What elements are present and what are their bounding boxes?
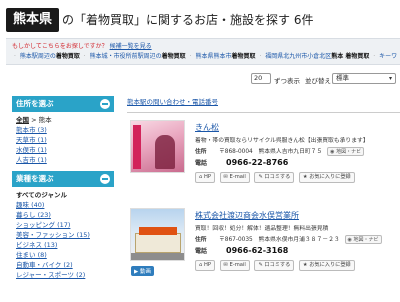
genre-all: すべてのジャンル — [16, 191, 67, 199]
genre-item[interactable]: ショッピング (17) — [16, 220, 110, 230]
collapse-icon[interactable] — [100, 99, 110, 109]
suggestion-line: もしかしてこちらをお探しですか？ 候補一覧を見る — [12, 42, 394, 52]
map-pin-icon: ◉ — [330, 149, 335, 155]
genre-item[interactable]: 自動車・バイク (2) — [16, 260, 110, 270]
genre-item[interactable]: 趣味 (40) — [16, 200, 110, 210]
area-list: 全国 > 熊本 熊本市 (3) 天草市 (1) 水俣市 (1) 人吉市 (1) — [12, 112, 114, 169]
listing-address: 住所 〒867-0035 熊本県水俣市月浦３８７－２３ ◉ 地図・ナビ — [195, 234, 382, 244]
star-icon: ★ — [302, 262, 308, 268]
review-button[interactable]: ✎ 口コミする — [254, 260, 295, 271]
area-item[interactable]: 天草市 (1) — [16, 135, 110, 145]
listing-actions: ⌂ HP ✉ E-mail ✎ 口コミする ★ お気に入りに登録 — [195, 259, 357, 271]
video-icon: ▶ — [134, 269, 139, 275]
comment-icon: ✎ — [258, 174, 263, 180]
page-header: 熊本県 の「着物買取」に関するお店・施設を探す 6件 — [0, 0, 400, 38]
favorite-button[interactable]: ★ お気に入りに登録 — [298, 172, 355, 183]
listing-address: 住所 〒868-0004 熊本県人吉市九日町７５ ◉ 地図・ナビ — [195, 146, 365, 156]
area-heading[interactable]: 住所を選ぶ — [12, 96, 114, 112]
listing-actions: ⌂ HP ✉ E-mail ✎ 口コミする ★ お気に入りに登録 — [195, 171, 357, 183]
keyword-link[interactable]: 熊本県熊本市着物買取 — [195, 53, 255, 60]
star-icon: ★ — [302, 174, 308, 180]
listing-item: ▶ 動画 株式会社渡辺商会水俣営業所 買取！回収！処分！解体！遺品整理！無料出張… — [127, 208, 400, 288]
sidebar: 住所を選ぶ 全国 > 熊本 熊本市 (3) 天草市 (1) 水俣市 (1) 人吉… — [12, 96, 114, 284]
bullet-icon: · — [373, 53, 376, 60]
area-item[interactable]: 熊本市 (3) — [16, 125, 110, 135]
listing-phone: 電話 0966-62-3168 — [195, 246, 289, 255]
mail-icon: ✉ — [223, 262, 228, 268]
keyword-link[interactable]: 福岡県北九州市小倉北区熊本 着物買取 — [265, 53, 369, 60]
email-button[interactable]: ✉ E-mail — [219, 172, 250, 183]
suggestion-box: もしかしてこちらをお探しですか？ 候補一覧を見る · 熊本駅周辺の着物買取 · … — [6, 38, 400, 65]
genre-item[interactable]: 美容・ファッション (15) — [16, 230, 110, 240]
keyword-link[interactable]: 熊本駅周辺の着物買取 — [20, 53, 80, 60]
hp-button[interactable]: ⌂ HP — [195, 260, 215, 271]
mail-icon: ✉ — [223, 174, 228, 180]
listing-title[interactable]: 株式会社渡辺商会水俣営業所 — [195, 210, 299, 221]
area-item[interactable]: 人吉市 (1) — [16, 155, 110, 165]
collapse-icon[interactable] — [100, 174, 110, 184]
page-title: の「着物買取」に関するお店・施設を探す 6件 — [62, 13, 314, 27]
station-contact-link[interactable]: 熊本駅の問い合わせ・電話番号 — [127, 96, 400, 110]
map-nav-button[interactable]: ◉ 地図・ナビ — [344, 235, 382, 244]
prefecture-badge[interactable]: 熊本県 — [6, 8, 60, 32]
listing-description: 着物・帯の買取ならリサイクル呉服きん松【出張買取も承ります】 — [195, 138, 369, 144]
result-toolbar: 20 ずつ表示 並び替え： 標準 — [0, 70, 400, 88]
bullet-icon: · — [259, 53, 262, 60]
hp-button[interactable]: ⌂ HP — [195, 172, 215, 183]
listing-title[interactable]: きん松 — [195, 122, 219, 133]
bullet-icon: · — [14, 53, 16, 60]
suggestion-question: もしかしてこちらをお探しですか？ — [12, 43, 108, 50]
home-icon: ⌂ — [199, 262, 203, 268]
bullet-icon: · — [83, 53, 86, 60]
favorite-button[interactable]: ★ お気に入りに登録 — [298, 260, 355, 271]
map-pin-icon: ◉ — [347, 237, 352, 243]
area-all-link[interactable]: 全国 — [16, 116, 29, 124]
keyword-link[interactable]: キーワ — [379, 53, 397, 60]
candidate-list-link[interactable]: 候補一覧を見る — [110, 43, 152, 50]
per-page-label: ずつ表示 — [274, 77, 300, 85]
listing-photo[interactable] — [130, 120, 185, 173]
review-button[interactable]: ✎ 口コミする — [254, 172, 295, 183]
listing-phone: 電話 0966-22-8766 — [195, 158, 289, 167]
area-breadcrumb: 全国 > 熊本 — [16, 116, 52, 124]
map-nav-button[interactable]: ◉ 地図・ナビ — [327, 147, 365, 156]
sort-select[interactable]: 標準 — [332, 73, 396, 84]
keyword-link[interactable]: 熊本城・市役所前駅周辺の着物買取 — [90, 53, 186, 60]
bullet-icon: · — [189, 53, 192, 60]
home-icon: ⌂ — [199, 174, 203, 180]
listing-photo[interactable] — [130, 208, 185, 261]
listing-item: きん松 着物・帯の買取ならリサイクル呉服きん松【出張買取も承ります】 住所 〒86… — [127, 120, 400, 190]
comment-icon: ✎ — [258, 262, 263, 268]
genre-item[interactable]: レジャー・スポーツ (2) — [16, 270, 110, 280]
area-item[interactable]: 水俣市 (1) — [16, 145, 110, 155]
genre-item[interactable]: 住まい (8) — [16, 250, 110, 260]
per-page-select[interactable]: 20 — [251, 73, 271, 84]
genre-list: すべてのジャンル 趣味 (40) 暮らし (23) ショッピング (17) 美容… — [12, 187, 114, 284]
listing-description: 買取！回収！処分！解体！遺品整理！無料出張見積 — [195, 226, 329, 232]
genre-item[interactable]: 暮らし (23) — [16, 210, 110, 220]
email-button[interactable]: ✉ E-mail — [219, 260, 250, 271]
divider — [127, 112, 400, 113]
genre-item[interactable]: ビジネス (13) — [16, 240, 110, 250]
suggestion-keywords: · 熊本駅周辺の着物買取 · 熊本城・市役所前駅周辺の着物買取 · 熊本県熊本市… — [12, 52, 397, 62]
main-content: 熊本駅の問い合わせ・電話番号 きん松 着物・帯の買取ならリサイクル呉服きん松【出… — [127, 96, 400, 276]
video-badge[interactable]: ▶ 動画 — [131, 266, 154, 276]
genre-heading[interactable]: 業種を選ぶ — [12, 171, 114, 187]
